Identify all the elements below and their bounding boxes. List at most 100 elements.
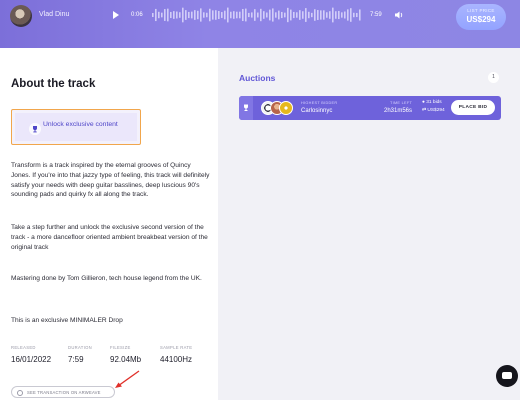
waveform-bar xyxy=(221,12,223,18)
waveform-bar xyxy=(320,10,322,20)
auctions-panel: Auctions 1 HIGHEST BIDDER Carlosinnyc TI… xyxy=(218,48,520,400)
auction-card-strip xyxy=(239,96,253,120)
auction-card[interactable]: HIGHEST BIDDER Carlosinnyc TIME LEFT 2h3… xyxy=(239,96,501,120)
waveform-bar xyxy=(302,11,304,19)
waveform-bar xyxy=(260,8,262,22)
stat-label: DURATION xyxy=(68,345,92,350)
waveform-bar xyxy=(170,11,172,19)
stat-value: 16/01/2022 xyxy=(11,355,52,364)
artist-avatar[interactable] xyxy=(10,5,32,27)
waveform-bar xyxy=(314,9,316,21)
chat-icon xyxy=(502,372,512,379)
stat-label: FILESIZE xyxy=(110,345,131,350)
see-transaction-label: SEE TRANSACTION ON ARWEAVE xyxy=(27,390,101,395)
waveform-bar xyxy=(191,11,193,19)
volume-icon[interactable] xyxy=(394,10,404,20)
waveform-bar xyxy=(257,12,259,18)
list-price-label: LIST PRICE xyxy=(467,8,495,13)
waveform-bar xyxy=(242,8,244,22)
current-bid-text: US$294 xyxy=(427,108,445,113)
waveform-bar xyxy=(245,8,247,22)
bidder-avatar xyxy=(279,101,293,115)
bid-count-text: 31 bids xyxy=(426,100,442,105)
trophy-icon xyxy=(29,123,41,135)
waveform-bar xyxy=(194,10,196,20)
list-price-value: US$294 xyxy=(466,15,496,24)
chat-button[interactable] xyxy=(496,365,518,387)
waveform-bar xyxy=(266,12,268,18)
unlock-exclusive-button[interactable]: Unlock exclusive content xyxy=(11,109,141,145)
waveform-bar xyxy=(164,9,166,21)
trophy-icon xyxy=(244,104,248,111)
stat-value: 92.04Mb xyxy=(110,355,142,364)
description-paragraph: Transform is a track inspired by the ete… xyxy=(11,162,210,199)
annotation-arrow xyxy=(115,370,140,388)
stat-sample-rate: SAMPLE RATE 44100Hz xyxy=(160,345,192,364)
auctions-count-badge: 1 xyxy=(488,72,499,83)
waveform-bar xyxy=(155,8,157,22)
waveform-bar xyxy=(230,11,232,19)
waveform-bar xyxy=(278,10,280,20)
total-time: 7:59 xyxy=(370,12,382,18)
waveform-bar xyxy=(197,10,199,20)
waveform-bar xyxy=(275,12,277,18)
waveform-bar xyxy=(203,12,205,18)
time-left-label: TIME LEFT xyxy=(390,101,413,105)
waveform-bar xyxy=(344,11,346,19)
auctions-title: Auctions xyxy=(239,73,276,83)
waveform-bar xyxy=(317,10,319,20)
waveform-bar xyxy=(248,12,250,18)
waveform-bar xyxy=(290,9,292,21)
waveform-bar xyxy=(311,12,313,18)
waveform-bar xyxy=(152,13,154,17)
waveform-bar xyxy=(185,10,187,20)
waveform-bar xyxy=(356,12,358,18)
artist-name[interactable]: Vlad Dinu xyxy=(39,11,69,18)
current-bid: ⇄ US$294 xyxy=(422,108,445,113)
waveform-bar xyxy=(269,9,271,21)
waveform-bar xyxy=(212,10,214,20)
waveform-bar xyxy=(281,11,283,19)
waveform-bar xyxy=(206,12,208,18)
waveform-bar xyxy=(158,11,160,19)
waveform-bar xyxy=(287,7,289,23)
waveform-bar xyxy=(293,11,295,19)
stat-value: 7:59 xyxy=(68,355,84,364)
waveform-bar xyxy=(263,11,265,19)
waveform-bar xyxy=(338,10,340,20)
waveform-bar xyxy=(350,8,352,22)
play-icon[interactable] xyxy=(113,11,119,19)
waveform-bar xyxy=(296,12,298,18)
waveform-bar xyxy=(188,11,190,19)
waveform-bar xyxy=(215,10,217,20)
arweave-icon xyxy=(17,389,23,396)
highest-bidder-label: HIGHEST BIDDER xyxy=(301,101,338,105)
description-paragraph: Take a step further and unlock the exclu… xyxy=(11,224,208,251)
waveform-seekbar[interactable] xyxy=(152,6,362,24)
waveform-bar xyxy=(308,11,310,19)
waveform-bar xyxy=(254,9,256,21)
highest-bidder-name[interactable]: Carlosinnyc xyxy=(301,108,332,114)
time-left-value: 2h31m56s xyxy=(384,108,413,114)
waveform-bar xyxy=(305,8,307,22)
list-price-button[interactable]: LIST PRICE US$294 xyxy=(456,4,506,30)
waveform-bar xyxy=(239,11,241,19)
bid-count: ● 31 bids xyxy=(422,100,442,105)
track-details-panel: About the track Unlock exclusive content… xyxy=(0,48,218,400)
place-bid-button[interactable]: PLACE BID xyxy=(451,100,495,115)
waveform-bar xyxy=(179,12,181,18)
current-time: 0:06 xyxy=(131,12,143,18)
waveform-bar xyxy=(218,10,220,20)
waveform-bar xyxy=(347,9,349,21)
waveform-bar xyxy=(359,9,361,21)
waveform-bar xyxy=(233,11,235,19)
waveform-bar xyxy=(251,12,253,18)
waveform-bar xyxy=(176,11,178,19)
stat-label: SAMPLE RATE xyxy=(160,345,193,350)
waveform-bar xyxy=(200,8,202,22)
see-transaction-button[interactable]: SEE TRANSACTION ON ARWEAVE xyxy=(11,386,115,398)
waveform-bar xyxy=(272,8,274,22)
waveform-bar xyxy=(167,8,169,22)
description-paragraph: Mastering done by Tom Gillieron, tech ho… xyxy=(11,275,202,282)
waveform-bar xyxy=(335,11,337,19)
